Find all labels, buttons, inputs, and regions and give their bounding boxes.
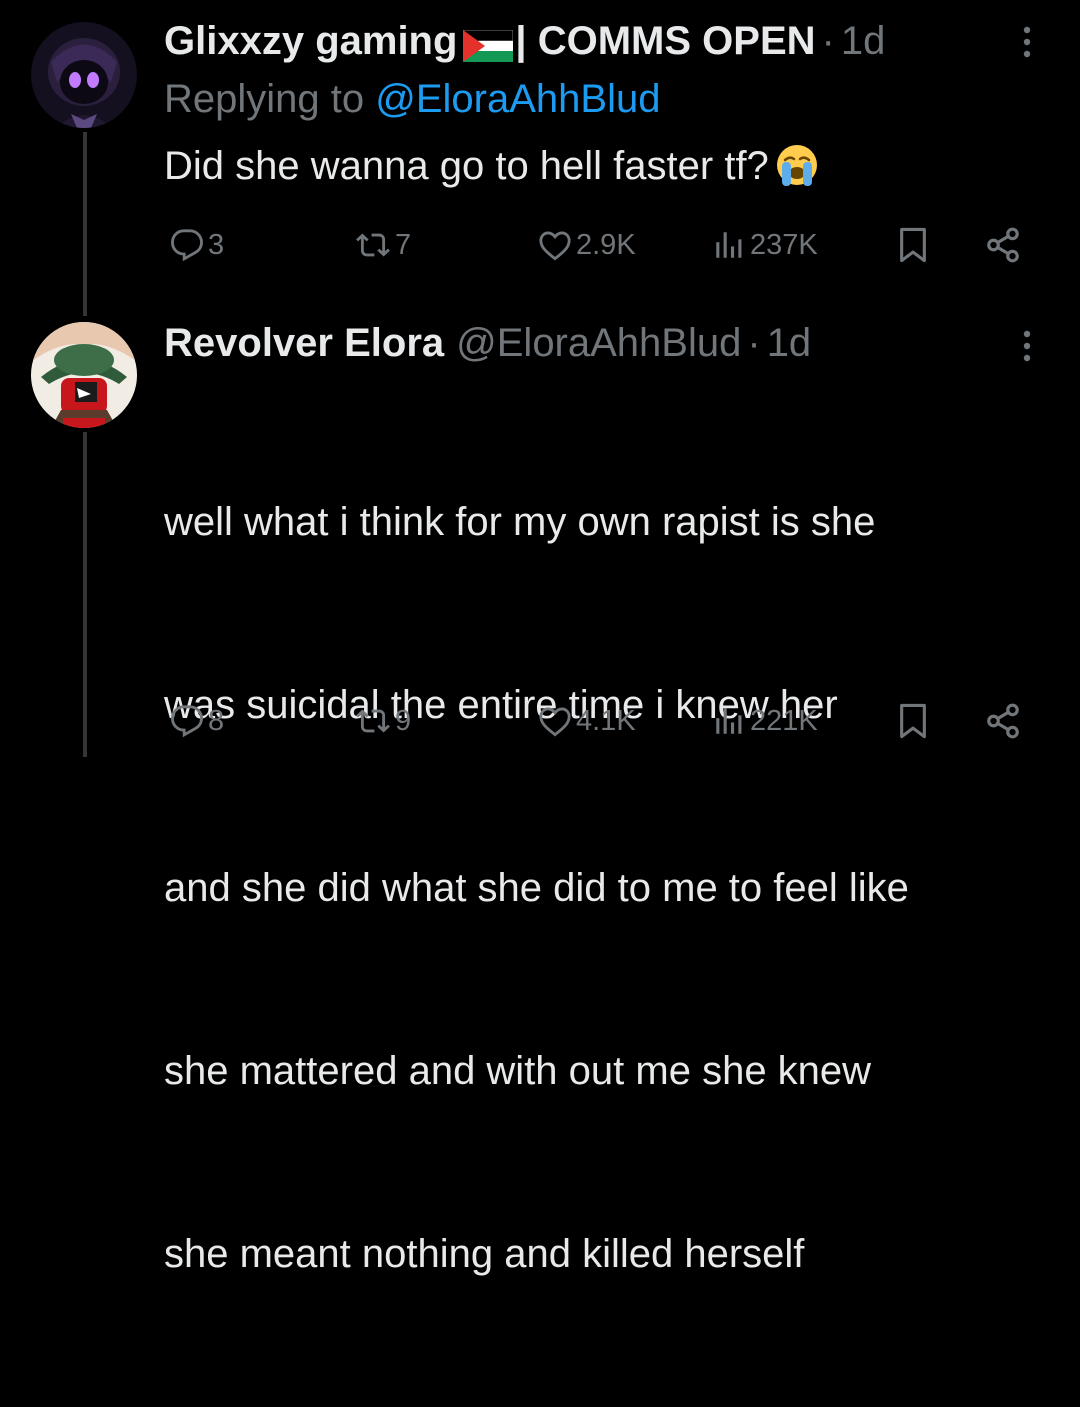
separator-dot: · [747, 321, 761, 365]
tweet-text-line: she mattered and with out me she knew [164, 1049, 872, 1093]
repost-count: 7 [395, 229, 412, 261]
display-name[interactable]: Revolver Elora [164, 319, 444, 367]
reply-icon [171, 705, 203, 738]
tweet-header: Glixxzy gaming | COMMS OPEN · 1d [164, 17, 885, 65]
display-name-suffix[interactable]: | COMMS OPEN [515, 17, 815, 65]
views-button[interactable]: 237K [712, 228, 818, 262]
timestamp[interactable]: 1d [767, 319, 812, 367]
replying-to-mention[interactable]: @EloraAhhBlud [375, 77, 660, 121]
avatar-glixxzy[interactable] [31, 22, 137, 128]
tweet-header: Revolver Elora @EloraAhhBlud · 1d [164, 319, 811, 367]
tweet-2[interactable]: Revolver Elora @EloraAhhBlud · 1d well w… [0, 290, 1080, 1276]
bookmark-button[interactable] [896, 226, 930, 264]
like-count: 4.1K [576, 705, 636, 737]
reply-icon [171, 229, 203, 262]
reply-count: 3 [208, 229, 225, 261]
more-vertical-icon[interactable] [1020, 328, 1034, 368]
tweet-text-content: Did she wanna go to hell faster tf? [164, 144, 769, 188]
repost-count: 9 [395, 705, 412, 737]
reply-button[interactable]: 3 [170, 228, 224, 262]
repost-icon [356, 233, 390, 257]
views-button[interactable]: 221K [712, 704, 818, 738]
share-icon [987, 227, 1019, 263]
tweet-text-line: well what i think for my own rapist is s… [164, 500, 876, 544]
share-button[interactable] [984, 226, 1022, 264]
timestamp[interactable]: 1d [841, 17, 886, 65]
display-name[interactable]: Glixxzy gaming [164, 17, 457, 65]
views-count: 221K [750, 705, 818, 737]
more-vertical-icon[interactable] [1020, 24, 1034, 64]
tweet-text-line: and she did what she did to me to feel l… [164, 866, 909, 910]
share-button[interactable] [984, 702, 1022, 740]
heart-icon [539, 707, 571, 737]
avatar-revolver-elora[interactable] [31, 322, 137, 428]
like-count: 2.9K [576, 229, 636, 261]
handle[interactable]: @EloraAhhBlud [456, 319, 741, 367]
loudly-crying-face-icon [775, 143, 819, 187]
views-count: 237K [750, 229, 818, 261]
like-button[interactable]: 2.9K [538, 228, 636, 262]
repost-button[interactable]: 9 [355, 704, 411, 738]
share-icon [987, 703, 1019, 739]
repost-button[interactable]: 7 [355, 228, 411, 262]
reply-button[interactable]: 8 [170, 704, 224, 738]
bookmark-icon [900, 227, 926, 263]
tweet-1[interactable]: Glixxzy gaming | COMMS OPEN · 1d Replyin… [0, 0, 1080, 290]
replying-to-line: Replying to @EloraAhhBlud [164, 75, 660, 123]
heart-icon [539, 231, 571, 261]
repost-icon [356, 709, 390, 733]
bookmark-icon [900, 703, 926, 739]
like-button[interactable]: 4.1K [538, 704, 636, 738]
palestine-flag-icon [462, 25, 514, 62]
views-bar-chart-icon [716, 708, 742, 734]
views-bar-chart-icon [716, 232, 742, 258]
reply-count: 8 [208, 705, 225, 737]
tweet-text-line: she meant nothing and killed herself [164, 1232, 805, 1276]
separator-dot: · [821, 19, 835, 63]
bookmark-button[interactable] [896, 702, 930, 740]
tweet-text: well what i think for my own rapist is s… [164, 370, 1054, 1407]
replying-to-label: Replying to [164, 77, 365, 121]
tweet-text: Did she wanna go to hell faster tf? [164, 136, 1054, 197]
